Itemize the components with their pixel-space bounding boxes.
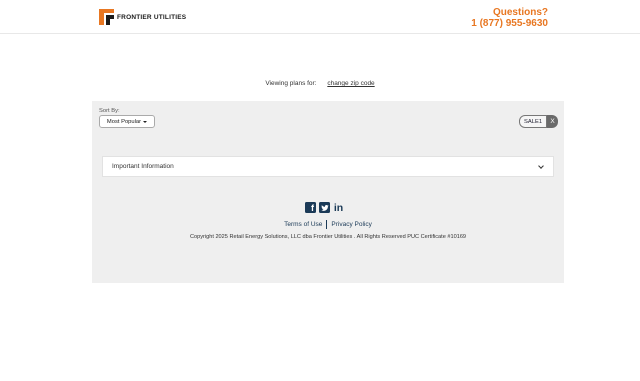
promo-code-chip: SALE1 X: [519, 115, 559, 128]
chevron-down-icon: [538, 163, 544, 169]
promo-code-label: SALE1: [519, 115, 548, 128]
frontier-logo[interactable]: FRONTIER UTILITIES: [99, 9, 186, 25]
sort-label: Sort By:: [99, 108, 120, 114]
important-information-accordion[interactable]: Important Information: [102, 156, 554, 177]
remove-promo-button[interactable]: X: [547, 115, 559, 128]
caret-down-icon: [143, 120, 148, 123]
logo-text: FRONTIER UTILITIES: [117, 13, 187, 21]
terms-of-use-link[interactable]: Terms of Use: [284, 221, 322, 228]
copyright-text: Copyright 2025 Retail Energy Solutions, …: [189, 234, 467, 240]
logo-mark-icon: [99, 9, 114, 25]
contact-question: Questions?: [492, 7, 548, 18]
viewing-plans-label: Viewing plans for:: [265, 80, 317, 87]
sort-dropdown[interactable]: Most Popular: [99, 115, 155, 128]
sort-selected-value: Most Popular: [106, 118, 142, 125]
footer-links: Terms of Use Privacy Policy: [92, 220, 564, 229]
contact-info: Questions? 1 (877) 955-9630: [471, 7, 548, 29]
change-zip-link[interactable]: change zip code: [327, 80, 374, 87]
footer-divider: [326, 220, 328, 229]
site-header: FRONTIER UTILITIES Questions? 1 (877) 95…: [0, 0, 640, 34]
plans-panel: Sort By: Most Popular SALE1 X Important …: [92, 101, 564, 283]
linkedin-icon[interactable]: in: [333, 202, 344, 214]
social-links: f in: [305, 202, 344, 214]
important-information-label: Important Information: [112, 163, 174, 170]
twitter-icon[interactable]: [319, 202, 330, 213]
contact-phone[interactable]: 1 (877) 955-9630: [471, 18, 548, 29]
privacy-policy-link[interactable]: Privacy Policy: [331, 221, 371, 228]
facebook-icon[interactable]: f: [305, 202, 316, 213]
viewing-plans-bar: Viewing plans for: change zip code: [0, 80, 640, 87]
